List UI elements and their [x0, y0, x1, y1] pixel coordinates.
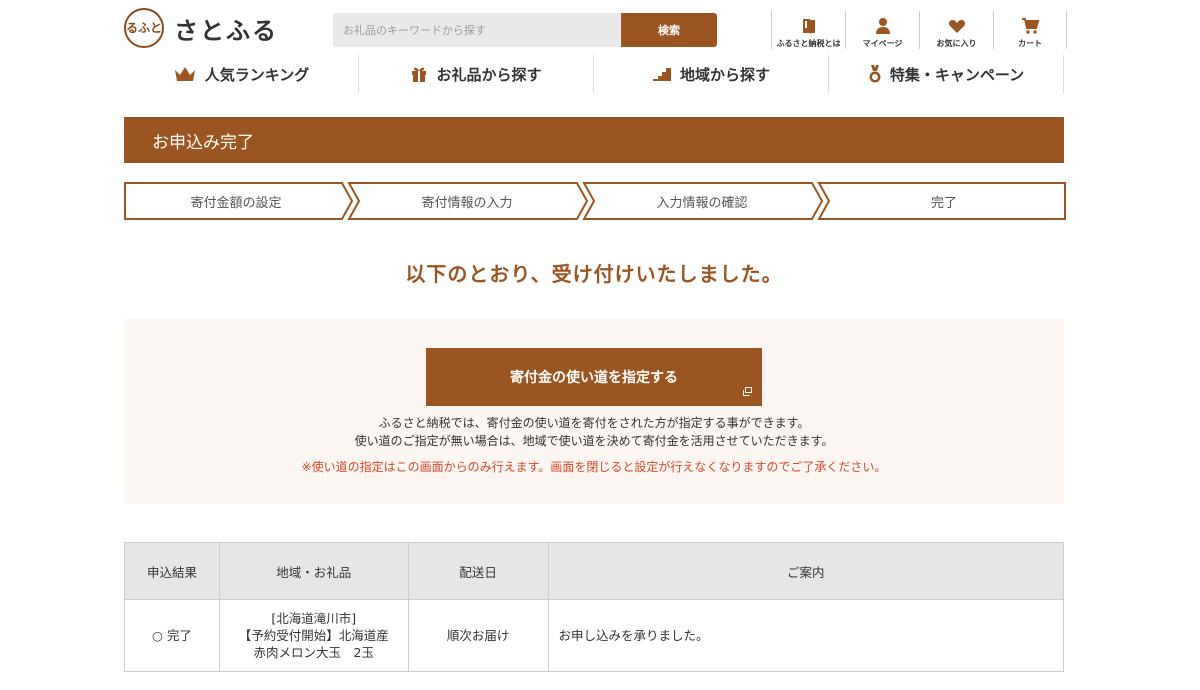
table-row: ○ 完了 [北海道滝川市] 【予約受付開始】北海道産 赤肉メロン大玉 2玉 順次…	[124, 599, 1065, 672]
cart-icon	[1022, 18, 1039, 34]
util-favorites[interactable]: お気に入り	[919, 11, 993, 49]
usage-text-line2: 使い道のご指定が無い場合は、地域で使い道を決めて寄付金を活用させていただきます。	[354, 434, 834, 448]
usage-panel: 寄付金の使い道を指定する ふるさと納税では、寄付金の使い道を寄付をされた方が指定…	[124, 319, 1064, 504]
book-icon	[802, 19, 815, 34]
gnav-ranking-label: 人気ランキング	[204, 65, 310, 84]
external-window-icon	[743, 387, 752, 396]
search-bar: 検索	[333, 13, 717, 47]
gift-icon	[410, 65, 428, 83]
item-name-line2: 赤肉メロン大玉 2玉	[253, 645, 375, 660]
item-region: [北海道滝川市]	[271, 611, 357, 626]
header-result: 申込結果	[124, 542, 220, 600]
page-title: お申込み完了	[124, 117, 1064, 163]
progress-steps: 寄付金額の設定 寄付情報の入力 入力情報の確認 完了	[124, 182, 1066, 220]
item-name-line1: 【予約受付開始】北海道産	[238, 628, 389, 643]
header-delivery: 配送日	[407, 542, 549, 600]
search-input[interactable]	[333, 13, 621, 47]
search-button[interactable]: 検索	[621, 13, 717, 47]
header-info: ご案内	[547, 542, 1065, 600]
gnav-region-label: 地域から探す	[679, 65, 770, 84]
global-nav: 人気ランキング お礼品から探す 地域から探す 特集・キャンペーン	[124, 55, 1064, 93]
logo-text: さとふる	[174, 16, 278, 45]
gnav-campaign-label: 特集・キャンペーン	[889, 65, 1025, 84]
util-mypage-label: マイページ	[862, 39, 903, 48]
usage-text-line1: ふるさと納税では、寄付金の使い道を寄付をされた方が指定する事ができます。	[378, 416, 810, 430]
crown-icon	[173, 66, 197, 82]
util-mypage[interactable]: マイページ	[845, 11, 919, 49]
complete-message: 以下のとおり、受け付けいたしました。	[405, 262, 783, 286]
gnav-ranking[interactable]: 人気ランキング	[124, 55, 359, 93]
step-4: 完了	[930, 195, 957, 211]
utility-nav: ふるさと納税とは マイページ お気に入り カート	[771, 11, 1067, 49]
heart-icon	[948, 20, 965, 33]
cell-item: [北海道滝川市] 【予約受付開始】北海道産 赤肉メロン大玉 2玉	[218, 599, 409, 672]
specify-usage-button[interactable]: 寄付金の使い道を指定する	[426, 348, 762, 406]
stairs-icon	[652, 66, 672, 82]
site-logo[interactable]: るふと さとふる	[124, 8, 278, 48]
gnav-region[interactable]: 地域から探す	[594, 55, 829, 93]
step-1: 寄付金額の設定	[190, 195, 282, 211]
util-about-label: ふるさと納税とは	[776, 39, 841, 48]
step-2: 寄付情報の入力	[421, 195, 513, 211]
gnav-gifts-label: お礼品から探す	[436, 65, 542, 84]
header-item: 地域・お礼品	[218, 542, 409, 600]
util-cart-label: カート	[1018, 39, 1042, 48]
util-favorites-label: お気に入り	[936, 39, 977, 48]
cell-delivery: 順次お届け	[407, 599, 549, 672]
specify-usage-label: 寄付金の使い道を指定する	[510, 370, 678, 386]
gnav-gifts[interactable]: お礼品から探す	[359, 55, 594, 93]
logo-seal: るふと	[124, 8, 164, 48]
cell-info: お申し込みを承りました。	[547, 599, 1065, 672]
table-header-row: 申込結果 地域・お礼品 配送日 ご案内	[124, 542, 1065, 600]
result-table: 申込結果 地域・お礼品 配送日 ご案内 ○ 完了 [北海道滝川市] 【予約受付開…	[124, 542, 1065, 672]
cell-result: ○ 完了	[124, 599, 220, 672]
util-about-furusato[interactable]: ふるさと納税とは	[771, 11, 845, 49]
medal-icon	[868, 64, 882, 84]
step-3: 入力情報の確認	[656, 195, 748, 211]
gnav-campaign[interactable]: 特集・キャンペーン	[829, 55, 1064, 93]
usage-note: ※使い道の指定はこの画面からのみ行えます。画面を閉じると設定が行えなくなりますの…	[301, 460, 887, 474]
user-icon	[875, 18, 890, 34]
util-cart[interactable]: カート	[993, 11, 1067, 49]
